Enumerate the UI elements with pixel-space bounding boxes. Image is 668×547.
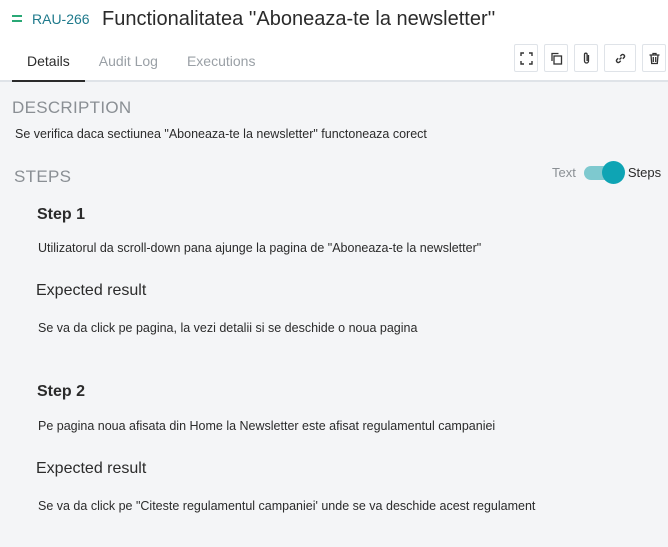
issue-key-link[interactable]: RAU-266 — [32, 11, 90, 27]
step-2-title: Step 2 — [37, 383, 86, 400]
step-1-action: Utilizatorul da scroll-down pana ajunge … — [38, 241, 482, 255]
view-mode-toggle[interactable] — [583, 161, 625, 184]
step-1-expected-heading: Expected result — [36, 282, 147, 299]
delete-icon — [649, 52, 659, 64]
expand-icon — [519, 51, 533, 65]
issue-title: Functionalitatea ''Aboneaza-te la newsle… — [102, 8, 496, 30]
toggle-label-steps[interactable]: Steps — [628, 165, 661, 180]
attach-icon — [583, 52, 589, 64]
tab-details[interactable]: Details — [12, 50, 85, 82]
step-2-expected-heading: Expected result — [36, 460, 147, 477]
toggle-label-text[interactable]: Text — [552, 165, 576, 180]
description-text: Se verifica daca sectiunea "Aboneaza-te … — [15, 127, 427, 141]
priority-medium-icon — [12, 15, 22, 22]
link-icon — [615, 53, 625, 63]
expand-button[interactable] — [514, 44, 538, 72]
attach-button[interactable] — [574, 44, 598, 72]
tab-bar: Details Audit Log Executions — [12, 50, 270, 82]
step-2-action: Pe pagina noua afisata din Home la Newsl… — [38, 419, 496, 433]
link-button[interactable] — [604, 44, 636, 72]
tab-audit-log[interactable]: Audit Log — [85, 50, 172, 80]
delete-button[interactable] — [642, 44, 666, 72]
copy-button[interactable] — [544, 44, 568, 72]
description-heading: DESCRIPTION — [12, 98, 132, 117]
copy-icon — [550, 52, 562, 65]
issue-toolbar — [514, 44, 668, 72]
issue-header: RAU-266 Functionalitatea ''Aboneaza-te l… — [0, 0, 668, 82]
step-1-expected-text: Se va da click pe pagina, la vezi detali… — [38, 321, 418, 335]
step-2-expected-text: Se va da click pe "Citeste regulamentul … — [38, 499, 536, 513]
tab-executions[interactable]: Executions — [172, 50, 270, 80]
step-1-title: Step 1 — [37, 206, 86, 223]
steps-heading: STEPS — [14, 167, 72, 186]
view-mode-toggle-group: Text Steps — [552, 161, 661, 184]
